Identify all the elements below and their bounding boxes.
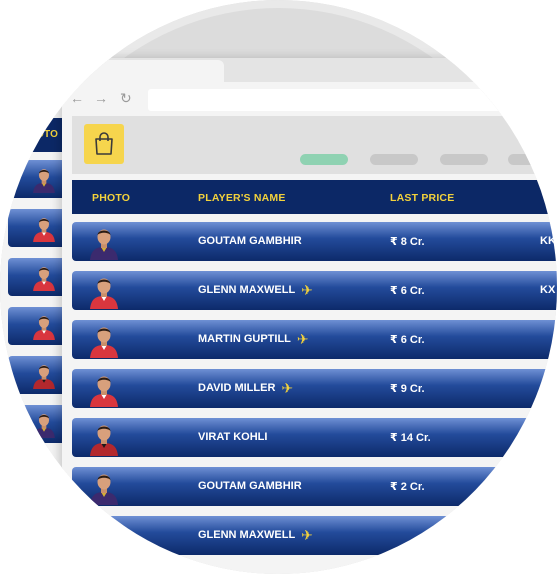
background-player-photo [30, 163, 58, 195]
player-photo [86, 371, 122, 407]
player-row[interactable]: GLENN MAXWELL ✈ ₹ 6 Cr. KX [72, 271, 557, 310]
player-name-cell: DAVID MILLER ✈ [198, 380, 294, 396]
tab-pill-3[interactable] [440, 154, 488, 165]
player-price: ₹ 9 Cr. [390, 383, 425, 395]
player-team: KX [540, 284, 556, 296]
tab-pill-2[interactable] [370, 154, 418, 165]
background-player-row [8, 209, 62, 247]
player-price: ₹ 8 Cr. [390, 236, 425, 248]
background-table-header: OTO [0, 118, 62, 152]
player-name-cell: MARTIN GUPTILL ✈ [198, 331, 309, 347]
background-player-photo [30, 212, 58, 244]
reload-icon[interactable]: ↻ [120, 90, 132, 107]
player-name-cell: VIRAT KOHLI [198, 431, 267, 443]
player-photo [86, 224, 122, 260]
tab-pill-1[interactable] [300, 154, 348, 165]
player-row[interactable]: GOUTAM GAMBHIR ₹ 2 Cr. [72, 467, 557, 506]
shopping-bag-icon [95, 132, 113, 155]
app-header [72, 116, 557, 174]
player-price: ₹ 6 Cr. [390, 285, 425, 297]
background-player-row [8, 405, 62, 443]
player-name: MARTIN GUPTILL [198, 333, 291, 345]
player-name: GLENN MAXWELL [198, 284, 296, 296]
player-name-cell: GLENN MAXWELL ✈ [198, 527, 313, 543]
player-photo [86, 518, 122, 554]
player-row[interactable]: MARTIN GUPTILL ✈ ₹ 6 Cr. [72, 320, 557, 359]
player-row[interactable]: DAVID MILLER ✈ ₹ 9 Cr. [72, 369, 557, 408]
background-player-row [8, 160, 62, 198]
player-row[interactable]: GLENN MAXWELL ✈ [72, 516, 557, 555]
price-column-header: LAST PRICE [390, 192, 455, 204]
circular-frame: OTO ← → ↻ PHOTO PLAYER'S NAME LAST PRICE… [0, 0, 557, 574]
overseas-plane-icon: ✈ [301, 527, 313, 543]
player-price: ₹ 2 Cr. [390, 481, 425, 493]
player-photo [86, 420, 122, 456]
cart-button[interactable] [84, 124, 124, 164]
player-row[interactable]: GOUTAM GAMBHIR ₹ 8 Cr. KK [72, 222, 557, 261]
browser-tabstrip [62, 58, 557, 82]
player-photo [86, 469, 122, 505]
player-name-cell: GOUTAM GAMBHIR [198, 235, 302, 247]
players-table-header: PHOTO PLAYER'S NAME LAST PRICE [72, 180, 557, 214]
photo-column-header: PHOTO [92, 192, 131, 204]
player-name-cell: GLENN MAXWELL ✈ [198, 282, 313, 298]
player-name: GLENN MAXWELL [198, 529, 296, 541]
player-name: DAVID MILLER [198, 382, 276, 394]
player-photo [86, 322, 122, 358]
overseas-plane-icon: ✈ [301, 282, 313, 298]
player-name: GOUTAM GAMBHIR [198, 235, 302, 247]
browser-window: ← → ↻ PHOTO PLAYER'S NAME LAST PRICE GOU… [62, 58, 557, 574]
overseas-plane-icon: ✈ [296, 331, 309, 347]
background-player-photo [30, 261, 58, 293]
browser-tab[interactable] [74, 60, 224, 82]
player-name-cell: GOUTAM GAMBHIR [198, 480, 302, 492]
forward-arrow-icon[interactable]: → [94, 90, 108, 106]
back-arrow-icon[interactable]: ← [70, 90, 84, 106]
background-player-row [8, 258, 62, 296]
tab-pill-4[interactable] [508, 154, 556, 165]
player-team: KK [540, 235, 556, 247]
background-player-row [8, 356, 62, 394]
player-row[interactable]: VIRAT KOHLI ₹ 14 Cr. [72, 418, 557, 457]
player-price: ₹ 6 Cr. [390, 334, 425, 346]
overseas-plane-icon: ✈ [281, 380, 294, 396]
background-player-photo [30, 408, 58, 440]
background-player-row [8, 307, 62, 345]
background-player-photo [30, 310, 58, 342]
background-photo-header: OTO [36, 129, 59, 140]
name-column-header: PLAYER'S NAME [198, 192, 286, 204]
player-price: ₹ 14 Cr. [390, 432, 431, 444]
player-name: GOUTAM GAMBHIR [198, 480, 302, 492]
address-bar[interactable] [148, 89, 557, 111]
player-name: VIRAT KOHLI [198, 431, 268, 443]
player-photo [86, 273, 122, 309]
background-player-photo [30, 359, 58, 391]
